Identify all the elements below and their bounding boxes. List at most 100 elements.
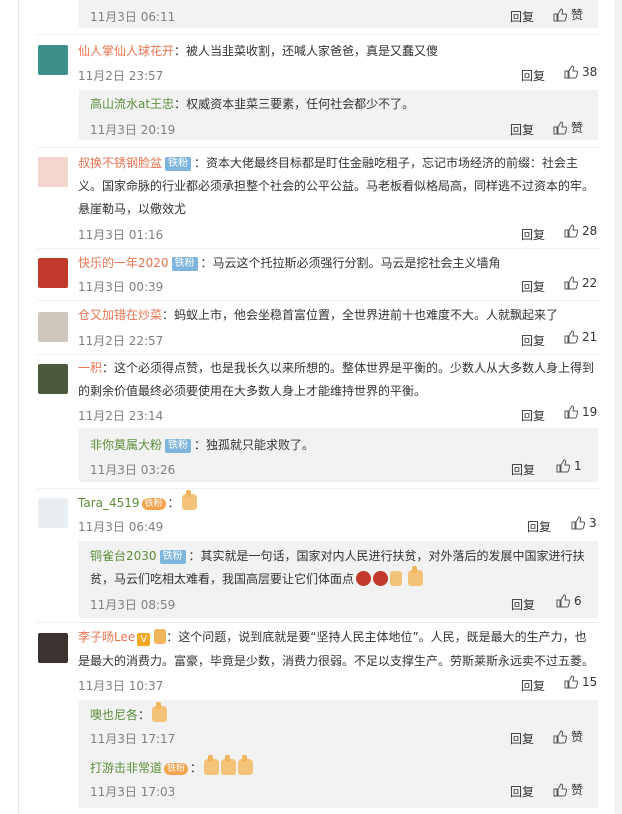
comment-body: 贫，马云们吃相太难看，我国高层要让它们体面点 [90, 572, 355, 586]
username[interactable]: 一积 [78, 361, 102, 375]
comment-text: 一积：这个必须得点赞，也是我长久以来所想的。整体世界是平衡的。少数人从大多数人身… [78, 357, 603, 380]
username[interactable]: 叔换不锈钢脸盆 [78, 156, 162, 170]
comment-time: 11月3日 06:11 [90, 10, 176, 24]
comment-time: 11月3日 17:17 [90, 732, 176, 746]
like-button[interactable]: 22 [564, 276, 597, 290]
fan-badge: 铁粉 [141, 498, 166, 510]
divider [37, 354, 601, 355]
username[interactable]: 噢也尼各 [90, 708, 138, 722]
thumbs-up-emoji-icon [152, 702, 168, 722]
comment-body: ：权威资本韭菜三要素，任何社会都少不了。 [174, 97, 415, 111]
username[interactable]: 铜雀台2030 [90, 549, 157, 563]
reply-button[interactable]: 回复 [510, 8, 534, 25]
like-button[interactable]: 28 [564, 224, 597, 238]
like-count: 6 [574, 594, 582, 608]
sub-reply-text: 高山流水at王忠：权威资本韭菜三要素，任何社会都少不了。 [90, 93, 414, 116]
avatar[interactable] [38, 258, 68, 288]
thumbs-up-emoji-icon [204, 755, 220, 775]
reply-button[interactable]: 回复 [521, 407, 545, 424]
like-count: 28 [582, 224, 598, 238]
sub-reply-text: 噢也尼各： [90, 702, 168, 727]
comment-body: ：资本大佬最终目标都是盯住金融吃租子，忘记市场经济的前缀：社会主 [194, 156, 579, 170]
comment-time: 11月2日 22:57 [78, 334, 164, 348]
divider [37, 147, 601, 148]
comment-time: 11月3日 03:26 [90, 463, 176, 477]
like-button[interactable]: 6 [556, 594, 582, 608]
comment-text: 李子旸Lee V ：这个问题，说到底就是要“坚持人民主体地位”。人民，既是最大的生产… [78, 626, 603, 649]
thumbs-up-emoji-icon [221, 755, 237, 775]
reply-button[interactable]: 回复 [521, 278, 545, 295]
reply-button[interactable]: 回复 [511, 596, 535, 613]
reply-button[interactable]: 回复 [510, 730, 534, 747]
avatar[interactable] [38, 157, 68, 187]
sub-reply-text-line: 贫，马云们吃相太难看，我国高层要让它们体面点 [90, 566, 595, 591]
like-count: 15 [582, 675, 598, 689]
like-button[interactable]: 38 [564, 65, 597, 79]
scroll-gutter[interactable] [615, 0, 622, 814]
avatar[interactable] [38, 364, 68, 394]
reply-button[interactable]: 回复 [527, 518, 551, 535]
divider [37, 248, 601, 249]
comment-body: ：这个必须得点赞，也是我长久以来所想的。整体世界是平衡的。少数人从大多数人身上得… [102, 361, 595, 375]
comment-time: 11月3日 20:19 [90, 123, 176, 137]
like-button[interactable]: 赞 [553, 119, 583, 136]
reply-button[interactable]: 回复 [510, 121, 534, 138]
like-button[interactable]: 3 [571, 516, 597, 530]
comment-body: ： [190, 761, 203, 775]
comment-body: ：蚂蚁上市，他会坐稳首富位置，全世界进前十也难度不大。人就飘起来了 [162, 308, 559, 322]
comment-body: ：被人当韭菜收割，还喊人家爸爸，真是又蠢又傻 [174, 44, 439, 58]
username[interactable]: Tara_4519 [78, 496, 140, 510]
comment-body: ：独孤就只能求败了。 [194, 438, 315, 452]
like-button[interactable]: 15 [564, 675, 597, 689]
thumbs-up-icon [553, 730, 568, 744]
reply-button[interactable]: 回复 [510, 783, 534, 800]
comment-text-line: 义。国家命脉的行业都必须承担整个社会的公平公益。马老板看似格局高，同样逃不过资本… [78, 179, 595, 193]
like-button[interactable]: 1 [556, 459, 582, 473]
avatar[interactable] [38, 312, 68, 342]
reply-button[interactable]: 回复 [521, 332, 545, 349]
comment-time: 11月3日 01:16 [78, 228, 164, 242]
username[interactable]: 高山流水at王忠 [90, 97, 174, 111]
username[interactable]: 打游击非常道 [90, 761, 162, 775]
avatar[interactable] [38, 633, 68, 663]
like-button[interactable]: 21 [564, 330, 597, 344]
like-button[interactable]: 赞 [553, 781, 583, 798]
username[interactable]: 仓又加错在炒菜 [78, 308, 162, 322]
divider [37, 622, 601, 623]
hand-emoji-icon [390, 571, 403, 586]
like-count: 赞 [571, 8, 584, 22]
thumbs-up-icon [553, 783, 568, 797]
thumbs-up-emoji-icon [238, 755, 254, 775]
avatar[interactable] [38, 45, 68, 75]
thumbs-up-icon [564, 224, 579, 238]
thumbs-up-icon [556, 459, 571, 473]
thumbs-up-icon [553, 121, 568, 135]
username[interactable]: 快乐的一年2020 [78, 256, 169, 270]
reply-button[interactable]: 回复 [521, 226, 545, 243]
username[interactable]: 李子旸Lee [78, 630, 135, 644]
thumbs-up-icon [564, 330, 579, 344]
comment-body: ：马云这个托拉斯必须强行分割。马云是挖社会主义墙角 [200, 256, 501, 270]
like-button[interactable]: 赞 [553, 728, 583, 745]
like-count: 3 [589, 516, 597, 530]
fan-badge: 铁粉 [159, 550, 186, 564]
thumbs-up-icon [564, 276, 579, 290]
like-count: 21 [582, 330, 598, 344]
comment-text-line: 是最大的消费力。富豪，毕竟是少数，消费力很弱。不足以支撑生产。劳斯莱斯永远卖不过… [78, 654, 595, 668]
thumbs-up-icon [564, 675, 579, 689]
reply-button[interactable]: 回复 [521, 67, 545, 84]
like-count: 19 [582, 405, 598, 419]
reply-button[interactable]: 回复 [511, 461, 535, 478]
comment-body: ： [167, 496, 180, 510]
comment-text: 叔换不锈钢脸盆 铁粉 ：资本大佬最终目标都是盯住金融吃租子，忘记市场经济的前缀：社会… [78, 152, 603, 175]
like-count: 赞 [571, 730, 584, 744]
reply-button[interactable]: 回复 [521, 677, 545, 694]
username[interactable]: 非你莫属大粉 [90, 438, 162, 452]
like-button[interactable]: 赞 [553, 6, 583, 23]
avatar[interactable] [38, 498, 68, 528]
thumbs-up-icon [564, 65, 579, 79]
like-button[interactable]: 19 [564, 405, 597, 419]
fan-badge: 铁粉 [165, 157, 192, 171]
comment-body: ：其实就是一句话，国家对内人民进行扶贫，对外落后的发展中国家进行扶 [188, 549, 585, 563]
username[interactable]: 仙人掌仙人球花开 [78, 44, 174, 58]
